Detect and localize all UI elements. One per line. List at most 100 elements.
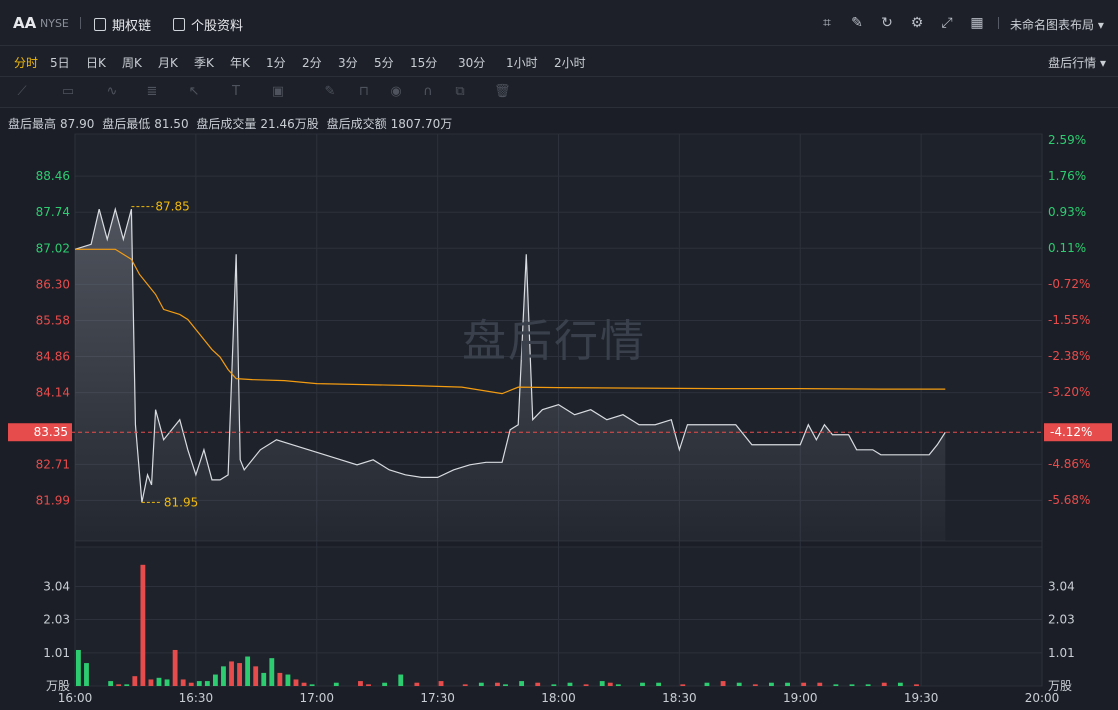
- volume-tick-label: 3.04: [1048, 579, 1075, 593]
- volume-label: 盘后成交量: [196, 117, 257, 131]
- volume-bar: [615, 684, 621, 686]
- period-tab[interactable]: 3分: [338, 54, 358, 71]
- grid-layout-icon[interactable]: ▦: [968, 14, 986, 32]
- fullscreen-icon[interactable]: ⤢: [938, 14, 956, 32]
- volume-bar: [285, 674, 291, 686]
- top-bar: AA NYSE 期权链 个股资料 ⌗ ✎ ↻ ⚙ ⤢ ▦ 未命名图表布局 ▾: [0, 0, 1118, 46]
- volume-bar: [188, 682, 194, 686]
- volume-bar: [656, 682, 662, 686]
- x-tick-label: 19:30: [904, 691, 939, 705]
- annotation-tool-icon[interactable]: ▣: [270, 85, 286, 99]
- volume-bar: [212, 674, 218, 686]
- layout-selector[interactable]: 未命名图表布局 ▾: [1010, 16, 1104, 33]
- period-tab[interactable]: 2小时: [554, 54, 586, 71]
- volume-bar: [229, 661, 234, 686]
- period-tab[interactable]: 5分: [374, 54, 394, 71]
- volume-bar: [640, 682, 645, 686]
- low-label: 盘后最低: [102, 117, 151, 131]
- wave-tool-icon[interactable]: ∿: [104, 85, 120, 99]
- session-selector-label: 盘后行情: [1048, 56, 1097, 70]
- volume-bar: [237, 663, 243, 686]
- arrow-tool-icon[interactable]: ↖: [186, 85, 202, 99]
- fib-tool-icon[interactable]: ≣: [144, 85, 160, 99]
- price-tick-label: 87.02: [36, 241, 70, 255]
- volume-bar: [261, 672, 267, 686]
- period-tab[interactable]: 周K: [122, 54, 142, 71]
- period-tab[interactable]: 年K: [230, 54, 250, 71]
- volume-bar: [140, 564, 146, 686]
- pen-tool-icon[interactable]: ✎: [322, 85, 338, 99]
- toolbar-icons: ⌗ ✎ ↻ ⚙ ⤢ ▦: [818, 14, 986, 32]
- divider: [998, 17, 999, 29]
- period-tab[interactable]: 月K: [158, 54, 178, 71]
- eye-icon[interactable]: ◉: [388, 85, 404, 99]
- volume-bar: [172, 649, 178, 686]
- line-tool-icon[interactable]: ⟋: [14, 85, 30, 99]
- period-tab[interactable]: 15分: [410, 54, 437, 71]
- options-chain-icon: [94, 18, 106, 31]
- volume-bar: [833, 684, 839, 686]
- volume-bar: [704, 682, 710, 686]
- volume-bar: [414, 682, 420, 686]
- options-chain-button[interactable]: 期权链: [94, 15, 151, 34]
- intraday-chart[interactable]: 16:00 16:30 17:00 17:30 18:00 18:30 19:00 19:30…: [0, 130, 1118, 710]
- refresh-icon[interactable]: ↻: [878, 14, 896, 32]
- volume-unit-label: 万股: [1048, 679, 1072, 693]
- period-tab[interactable]: 5日: [50, 54, 70, 71]
- volume-bar: [309, 684, 315, 686]
- volume-bar: [817, 682, 823, 686]
- pct-tick-label: -0.72%: [1048, 277, 1090, 291]
- rectangle-tool-icon[interactable]: ▭: [60, 85, 76, 99]
- indicator-icon[interactable]: ⌗: [818, 14, 836, 32]
- volume-bar: [736, 682, 742, 686]
- period-bar: 盘后行情 ▾ 分时 5日 日K 周K 月K 季K 年K 1分 2分 3分 5分 15分 30分 1小时 2小…: [0, 46, 1118, 76]
- layers-icon[interactable]: ⧉: [452, 85, 468, 99]
- period-tab[interactable]: 分时: [14, 54, 38, 71]
- magnet-icon[interactable]: ∩: [420, 85, 436, 99]
- current-pct-label: -4.12%: [1050, 425, 1092, 439]
- period-tab[interactable]: 季K: [194, 54, 214, 71]
- volume-bar: [180, 679, 186, 686]
- price-tick-label: 82.71: [36, 457, 70, 471]
- stock-profile-label: 个股资料: [191, 19, 244, 34]
- volume-bar: [398, 674, 404, 686]
- lock-icon[interactable]: ⊓: [356, 85, 372, 99]
- x-tick-label: 20:00: [1025, 691, 1060, 705]
- stock-profile-button[interactable]: 个股资料: [173, 15, 243, 34]
- draw-icon[interactable]: ✎: [848, 14, 866, 32]
- session-selector[interactable]: 盘后行情 ▾: [1048, 54, 1106, 71]
- volume-bar: [720, 681, 726, 686]
- period-tab[interactable]: 1小时: [506, 54, 538, 71]
- amount-value: 1807.70万: [390, 117, 453, 131]
- volume-bar: [221, 666, 226, 686]
- gear-icon[interactable]: ⚙: [908, 14, 926, 32]
- text-tool-icon[interactable]: T: [228, 85, 244, 99]
- options-chain-label: 期权链: [112, 19, 152, 34]
- volume-bar: [116, 684, 122, 686]
- period-tab[interactable]: 30分: [458, 54, 485, 71]
- period-tab[interactable]: 日K: [86, 54, 106, 71]
- price-tick-label: 85.58: [36, 313, 70, 327]
- low-marker-label: 81.95: [164, 495, 198, 509]
- ticker-symbol[interactable]: AA: [13, 14, 36, 32]
- trash-icon[interactable]: 🗑: [494, 85, 511, 99]
- x-tick-label: 16:30: [179, 691, 214, 705]
- document-icon: [173, 18, 185, 31]
- volume-bar: [519, 681, 525, 686]
- high-value: 87.90: [60, 117, 95, 131]
- volume-bar: [124, 684, 130, 686]
- volume-bar: [196, 681, 202, 686]
- volume-bar: [132, 676, 138, 686]
- period-tab[interactable]: 2分: [302, 54, 322, 71]
- volume-bar: [495, 682, 500, 686]
- volume-bar: [897, 682, 903, 686]
- volume-bar: [551, 684, 557, 686]
- volume-bar: [607, 682, 613, 686]
- volume-tick-label: 2.03: [43, 613, 70, 627]
- volume-bar: [567, 682, 573, 686]
- x-tick-label: 18:30: [662, 691, 697, 705]
- volume-tick-label: 2.03: [1048, 613, 1075, 627]
- period-tab[interactable]: 1分: [266, 54, 286, 71]
- x-tick-label: 17:30: [420, 691, 455, 705]
- current-price-label: 83.35: [34, 425, 68, 439]
